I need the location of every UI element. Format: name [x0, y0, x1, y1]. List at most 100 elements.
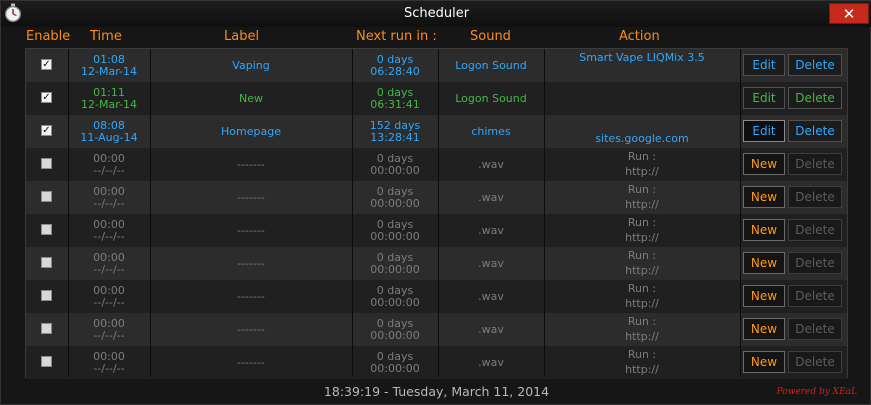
delete-button[interactable]: Delete: [788, 318, 842, 340]
time-value: 00:00: [93, 316, 125, 330]
column-divider: [544, 49, 545, 377]
enable-cell: ✓: [26, 115, 68, 148]
sound-cell: .wav: [438, 247, 544, 280]
next-run-days: 152 days: [369, 118, 421, 132]
header-enable: Enable: [26, 29, 71, 44]
delete-button[interactable]: Delete: [788, 54, 842, 76]
label-cell: Vaping: [150, 49, 352, 82]
next-run-cell: 0 days 00:00:00: [352, 214, 438, 247]
enable-checkbox[interactable]: [41, 224, 52, 235]
delete-button[interactable]: Delete: [788, 219, 842, 241]
enable-cell: [26, 247, 68, 280]
action-value: Run :: [627, 348, 657, 361]
sound-cell: .wav: [438, 148, 544, 181]
label-cell: -------: [150, 346, 352, 379]
edit-button[interactable]: Edit: [743, 54, 785, 76]
schedule-label: Vaping: [232, 58, 270, 72]
action-url: http://: [625, 297, 659, 310]
new-button[interactable]: New: [743, 186, 785, 208]
enable-checkbox[interactable]: [41, 191, 52, 202]
edit-button[interactable]: Edit: [743, 87, 785, 109]
enable-cell: [26, 280, 68, 313]
label-cell: -------: [150, 214, 352, 247]
delete-button[interactable]: Delete: [788, 153, 842, 175]
column-divider: [68, 49, 69, 377]
checkmark-icon: ✓: [42, 59, 51, 70]
label-cell: -------: [150, 181, 352, 214]
next-run-time: 06:31:41: [370, 97, 420, 111]
date-value: --/--/--: [93, 361, 125, 375]
delete-button[interactable]: Delete: [788, 87, 842, 109]
sound-value: Logon Sound: [455, 91, 527, 105]
sound-cell: Logon Sound: [438, 49, 544, 82]
action-value: Smart Vape LIQMix 3.5: [579, 51, 705, 64]
delete-button[interactable]: Delete: [788, 351, 842, 373]
action-url: sites.google.com: [595, 132, 689, 145]
enable-checkbox[interactable]: [41, 356, 52, 367]
time-value: 00:00: [93, 349, 125, 363]
label-cell: Homepage: [150, 115, 352, 148]
next-run-days: 0 days: [376, 52, 414, 66]
time-cell: 00:00 --/--/--: [68, 181, 150, 214]
new-button[interactable]: New: [743, 285, 785, 307]
column-headers: Enable Time Label Next run in : Sound Ac…: [1, 27, 871, 47]
time-value: 00:00: [93, 217, 125, 231]
next-run-time: 00:00:00: [370, 229, 420, 243]
enable-checkbox[interactable]: [41, 323, 52, 334]
date-value: 12-Mar-14: [81, 97, 137, 111]
next-run-days: 0 days: [376, 250, 414, 264]
action-cell: Run : http://: [544, 313, 740, 346]
action-value: Run :: [627, 282, 657, 295]
enable-checkbox[interactable]: [41, 290, 52, 301]
delete-button[interactable]: Delete: [788, 252, 842, 274]
delete-button[interactable]: Delete: [788, 285, 842, 307]
enable-checkbox[interactable]: ✓: [41, 125, 52, 136]
schedule-label: -------: [237, 190, 265, 204]
action-cell: sites.google.com: [544, 115, 740, 148]
action-value: Run :: [627, 315, 657, 328]
label-cell: -------: [150, 313, 352, 346]
sound-value: .wav: [478, 223, 504, 237]
column-divider: [740, 49, 741, 377]
new-button[interactable]: New: [743, 252, 785, 274]
new-button[interactable]: New: [743, 153, 785, 175]
enable-cell: [26, 181, 68, 214]
next-run-days: 0 days: [376, 151, 414, 165]
action-cell: Smart Vape LIQMix 3.5: [544, 49, 740, 82]
header-action: Action: [619, 29, 660, 44]
enable-checkbox[interactable]: ✓: [41, 59, 52, 70]
time-value: 00:00: [93, 250, 125, 264]
next-run-cell: 0 days 06:28:40: [352, 49, 438, 82]
time-value: 00:00: [93, 151, 125, 165]
enable-checkbox[interactable]: [41, 257, 52, 268]
header-sound: Sound: [470, 29, 511, 44]
time-cell: 00:00 --/--/--: [68, 247, 150, 280]
next-run-days: 0 days: [376, 349, 414, 363]
sound-value: .wav: [478, 157, 504, 171]
title-bar[interactable]: Scheduler ✕: [1, 1, 871, 27]
sound-value: .wav: [478, 256, 504, 270]
new-button[interactable]: New: [743, 318, 785, 340]
time-cell: 00:00 --/--/--: [68, 313, 150, 346]
column-divider: [438, 49, 439, 377]
label-cell: New: [150, 82, 352, 115]
edit-button[interactable]: Edit: [743, 120, 785, 142]
new-button[interactable]: New: [743, 219, 785, 241]
action-url: http://: [625, 264, 659, 277]
close-button[interactable]: ✕: [829, 3, 869, 24]
schedule-label: Homepage: [221, 124, 281, 138]
next-run-time: 00:00:00: [370, 163, 420, 177]
next-run-time: 00:00:00: [370, 361, 420, 375]
enable-checkbox[interactable]: ✓: [41, 92, 52, 103]
delete-button[interactable]: Delete: [788, 120, 842, 142]
action-url: http://: [625, 165, 659, 178]
delete-button[interactable]: Delete: [788, 186, 842, 208]
action-value: Run :: [627, 249, 657, 262]
checkmark-icon: ✓: [42, 125, 51, 136]
next-run-time: 00:00:00: [370, 262, 420, 276]
action-cell: Run : http://: [544, 346, 740, 379]
new-button[interactable]: New: [743, 351, 785, 373]
action-url: http://: [625, 363, 659, 376]
window-title: Scheduler: [403, 6, 470, 21]
enable-checkbox[interactable]: [41, 158, 52, 169]
